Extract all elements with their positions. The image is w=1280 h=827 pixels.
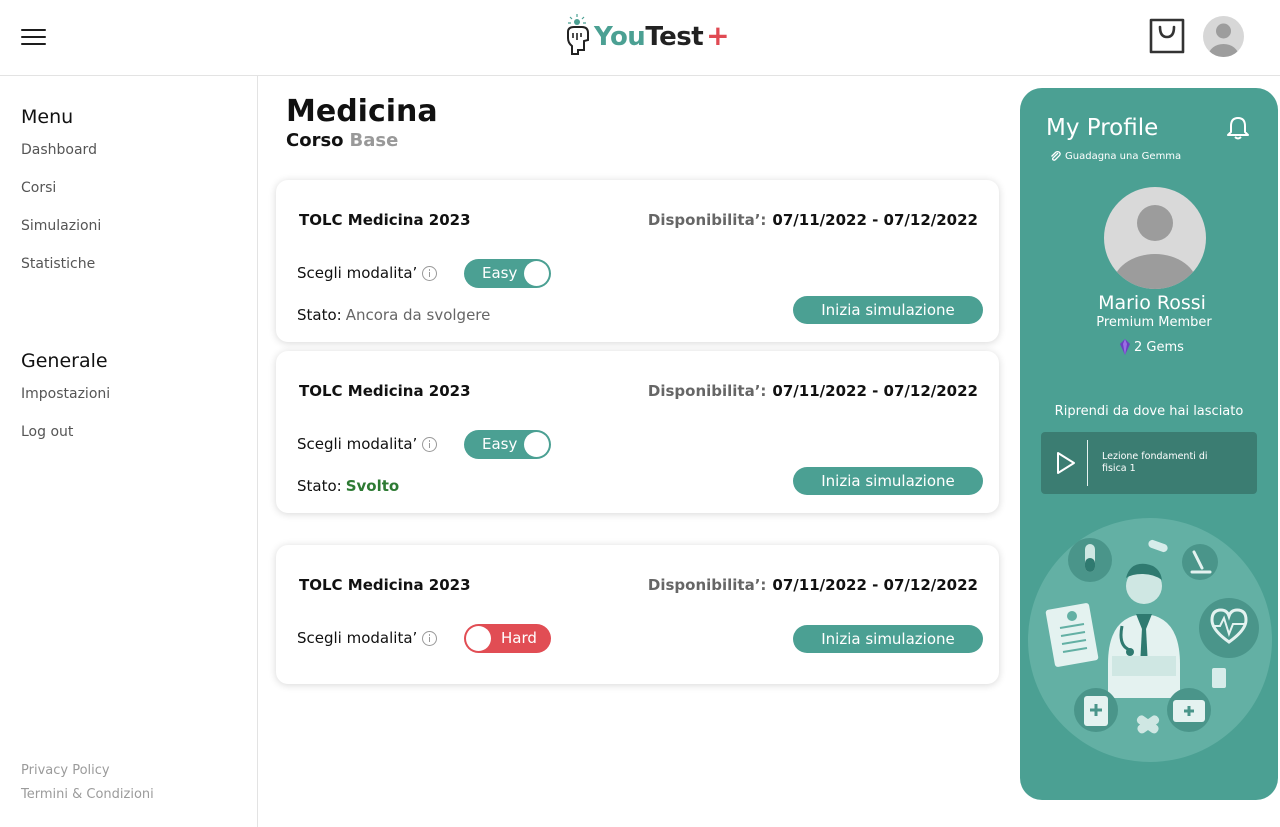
resume-lesson-title: Lezione fondamenti di fisica 1 bbox=[1102, 451, 1208, 474]
start-simulation-button[interactable]: Inizia simulazione bbox=[793, 296, 983, 324]
resume-lesson-card[interactable]: Lezione fondamenti di fisica 1 bbox=[1041, 432, 1257, 494]
profile-role: Premium Member bbox=[1096, 315, 1212, 330]
sidebar-item-corsi[interactable]: Corsi bbox=[21, 180, 56, 196]
profile-title: My Profile bbox=[1046, 115, 1159, 141]
terms-link[interactable]: Termini & Condizioni bbox=[21, 787, 154, 802]
start-simulation-button[interactable]: Inizia simulazione bbox=[793, 467, 983, 495]
logo-text: YouTest + bbox=[594, 18, 730, 52]
top-header: YouTest + bbox=[0, 0, 1280, 76]
divider bbox=[1087, 440, 1088, 486]
sidebar-item-impostazioni[interactable]: Impostazioni bbox=[21, 386, 110, 402]
logo-head-icon bbox=[567, 14, 589, 55]
doctor-illustration bbox=[1028, 518, 1272, 762]
mode-label: Scegli modalita’ bbox=[297, 264, 438, 282]
availability: Disponibilita’: 07/11/2022 - 07/12/2022 bbox=[647, 576, 978, 594]
status-value: Svolto bbox=[345, 477, 400, 495]
mode-toggle[interactable]: Hard bbox=[464, 624, 551, 653]
status: Stato: Ancora da svolgere bbox=[297, 306, 491, 324]
sidebar-item-statistiche[interactable]: Statistiche bbox=[21, 256, 95, 272]
bell-icon[interactable] bbox=[1225, 115, 1251, 141]
info-icon[interactable] bbox=[422, 265, 438, 281]
card-title: TOLC Medicina 2023 bbox=[299, 211, 471, 229]
youtest-logo[interactable]: YouTest + bbox=[562, 10, 730, 60]
gem-icon bbox=[1120, 339, 1130, 355]
page-title: Medicina bbox=[286, 94, 438, 129]
toggle-knob bbox=[524, 432, 549, 457]
availability: Disponibilita’: 07/11/2022 - 07/12/2022 bbox=[647, 211, 978, 229]
sidebar-item-dashboard[interactable]: Dashboard bbox=[21, 142, 97, 158]
play-icon[interactable] bbox=[1055, 451, 1077, 475]
resume-title: Riprendi da dove hai lasciato bbox=[1054, 404, 1244, 419]
availability: Disponibilita’: 07/11/2022 - 07/12/2022 bbox=[647, 382, 978, 400]
sidebar-item-simulazioni[interactable]: Simulazioni bbox=[21, 218, 101, 234]
page-subtitle: Corso Base bbox=[286, 130, 399, 151]
card-title: TOLC Medicina 2023 bbox=[299, 576, 471, 594]
hamburger-menu-icon[interactable] bbox=[21, 27, 47, 47]
status: Stato: Svolto bbox=[297, 477, 400, 495]
sidebar: Menu Dashboard Corsi Simulazioni Statist… bbox=[0, 76, 258, 827]
simulation-card: TOLC Medicina 2023 Disponibilita’: 07/11/… bbox=[276, 351, 999, 513]
toggle-knob bbox=[466, 626, 491, 651]
simulation-card: TOLC Medicina 2023 Disponibilita’: 07/11/… bbox=[276, 180, 999, 342]
generale-heading: Generale bbox=[21, 350, 108, 372]
mode-toggle[interactable]: Easy bbox=[464, 430, 551, 459]
info-icon[interactable] bbox=[422, 436, 438, 452]
shopping-bag-icon[interactable] bbox=[1148, 17, 1186, 55]
user-avatar-icon[interactable] bbox=[1203, 16, 1244, 57]
profile-name: Mario Rossi bbox=[1098, 292, 1206, 314]
privacy-policy-link[interactable]: Privacy Policy bbox=[21, 763, 110, 778]
sidebar-item-logout[interactable]: Log out bbox=[21, 424, 73, 440]
toggle-knob bbox=[524, 261, 549, 286]
info-icon[interactable] bbox=[422, 630, 438, 646]
simulation-card: TOLC Medicina 2023 Disponibilita’: 07/11/… bbox=[276, 545, 999, 684]
profile-panel: My Profile Guadagna una Gemma Mario Ross… bbox=[1020, 88, 1278, 800]
card-title: TOLC Medicina 2023 bbox=[299, 382, 471, 400]
mode-toggle[interactable]: Easy bbox=[464, 259, 551, 288]
earn-gem-link[interactable]: Guadagna una Gemma bbox=[1049, 150, 1181, 163]
start-simulation-button[interactable]: Inizia simulazione bbox=[793, 625, 983, 653]
mode-label: Scegli modalita’ bbox=[297, 629, 438, 647]
gems-count: 2 Gems bbox=[1119, 339, 1184, 355]
mode-label: Scegli modalita’ bbox=[297, 435, 438, 453]
profile-avatar bbox=[1104, 187, 1206, 289]
menu-heading: Menu bbox=[21, 106, 74, 128]
status-value: Ancora da svolgere bbox=[345, 306, 491, 324]
paperclip-icon bbox=[1051, 150, 1061, 161]
